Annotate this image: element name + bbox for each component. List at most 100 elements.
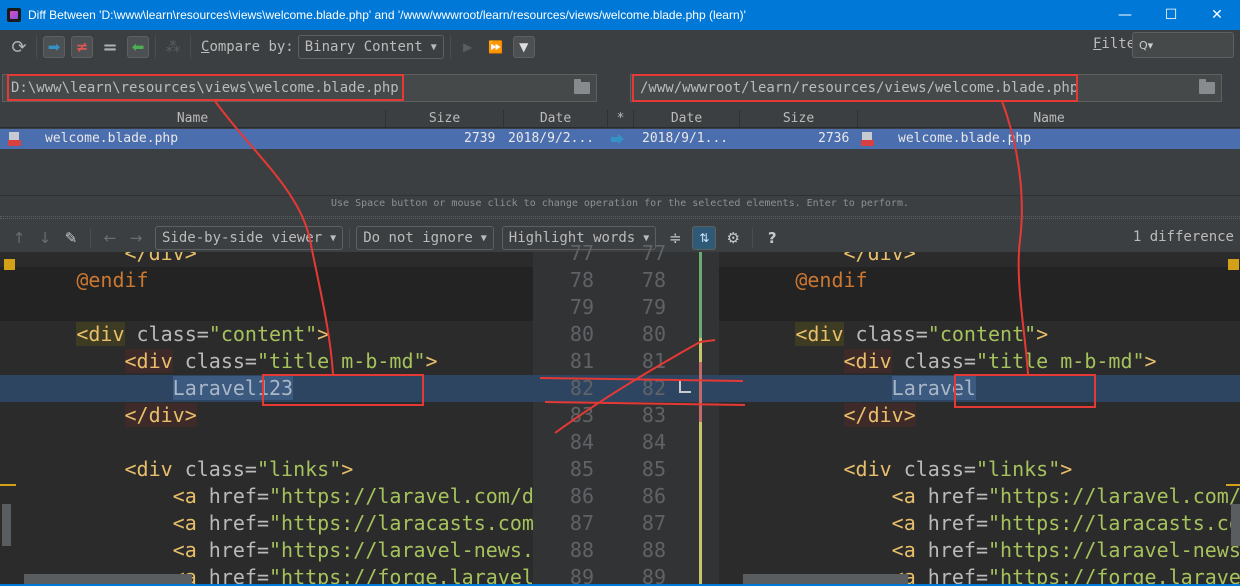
refresh-icon[interactable]: ⟳ [8,36,30,58]
show-copy-left-icon[interactable]: ⬅ [127,36,149,58]
code-line[interactable]: Laravel [719,375,1240,402]
edit-source-icon[interactable]: ✎ [58,229,84,247]
column-header-left-name[interactable]: Name [0,110,386,127]
code-line[interactable]: </div> [0,252,533,267]
code-line[interactable]: <a href="https://laravel.com/docs" [719,483,1240,510]
change-indicator-bar [699,252,702,338]
folder-icon[interactable] [1199,79,1215,94]
ignore-whitespace-dropdown[interactable]: Do not ignore ▼ [356,226,494,250]
column-header-right-size[interactable]: Size [740,110,858,127]
back-icon[interactable]: ← [97,229,123,247]
left-line-number: 83 [569,403,594,427]
code-line[interactable]: <div class="title m-b-md"> [719,348,1240,375]
column-header-right-name[interactable]: Name [858,110,1240,127]
show-copy-right-icon[interactable]: ➡ [43,36,65,58]
left-editor[interactable]: </div> @endif <div class="content"> <div… [0,252,533,586]
folder-icon[interactable] [574,79,590,94]
show-different-icon[interactable]: ≠ [71,36,93,58]
minimize-button[interactable]: — [1102,0,1148,30]
compare-by-dropdown[interactable]: Binary Content ▼ [297,35,444,59]
right-horizontal-scrollbar[interactable] [743,574,908,584]
left-line-number: 79 [569,295,594,319]
right-line-number: 82 [641,376,666,400]
table-row[interactable]: welcome.blade.php 2739 2018/9/2... 2018/… [0,129,1240,149]
viewer-dropdown[interactable]: Side-by-side viewer ▼ [155,226,344,250]
ignore-value: Do not ignore [363,230,473,246]
code-line[interactable]: </div> [0,402,533,429]
code-line[interactable]: <a href="https://laravel.com/docs" [0,483,533,510]
code-token: href= [196,565,269,586]
code-line[interactable] [0,429,533,456]
right-path-value: /www/wwwroot/learn/resources/views/welco… [640,80,1079,96]
filter-input[interactable]: Q▾ [1132,32,1234,58]
column-header-operation[interactable]: * [608,110,634,127]
code-line[interactable]: <div class="content"> [0,321,533,348]
file-table-header: Name Size Date * Date Size Name [0,110,1240,128]
right-vertical-scrollbar[interactable] [1231,504,1240,546]
splitter[interactable] [0,216,1240,219]
filter-icon[interactable]: ▼ [512,36,535,58]
line-number-gutter: 77 77 78 78 79 79 80 80 81 81 82 82 83 83 84 84 85 85 86 86… [533,241,719,586]
code-line[interactable]: <div class="links"> [719,456,1240,483]
code-token: "https://laravel-news.com" [269,538,533,562]
code-line[interactable]: <a href="https://laracasts.com" [0,510,533,537]
collapse-unchanged-icon[interactable]: ≑ [662,229,688,247]
column-header-left-size[interactable]: Size [386,110,504,127]
copy-right-arrow-icon[interactable] [611,134,625,144]
blade-file-icon [861,132,875,146]
code-token: > [425,349,438,373]
code-line[interactable] [0,294,533,321]
code-token: </div> [843,403,916,427]
code-line[interactable]: <div class="content"> [719,321,1240,348]
column-header-right-date[interactable]: Date [634,110,740,127]
code-token: </div> [124,252,197,265]
code-line[interactable]: Laravel123 [0,375,533,402]
synchronize-all-icon[interactable]: ⏩ [485,36,507,58]
right-path-field[interactable]: /www/wwwroot/learn/resources/views/welco… [630,74,1222,102]
code-line[interactable]: <a href="https://laravel-news.com" [719,537,1240,564]
code-line[interactable]: @endif [719,267,1240,294]
right-editor[interactable]: </div> @endif <div class="content"> <div… [719,252,1240,586]
code-line[interactable]: </div> [719,402,1240,429]
code-token: "https://forge.laravel.com" [988,565,1240,586]
change-marker-right [1228,259,1239,270]
left-horizontal-scrollbar[interactable] [24,574,192,584]
code-text: <div class="title m-b-md"> [719,348,1157,375]
column-header-left-date[interactable]: Date [504,110,608,127]
code-token: <div [76,322,125,346]
left-line-number: 88 [569,538,594,562]
code-line[interactable]: </div> [719,252,1240,267]
maximize-button[interactable]: ☐ [1148,0,1194,30]
search-icon[interactable]: Q▾ [1139,39,1153,52]
exclude-icon[interactable]: ⁂ [162,36,184,58]
code-line[interactable] [719,294,1240,321]
left-line-number: 87 [569,511,594,535]
code-line[interactable]: <a href="https://laravel-news.com" [0,537,533,564]
code-token: <a [891,538,916,562]
show-equal-icon[interactable]: = [99,36,121,58]
close-button[interactable]: ✕ [1194,0,1240,30]
code-line[interactable]: <div class="links"> [0,456,533,483]
code-text: <a href="https://laravel.com/docs" [719,483,1240,510]
synchronize-selected-icon[interactable]: ▶ [457,36,479,58]
code-token: "https://laracasts.com" [269,511,533,535]
settings-gear-icon[interactable]: ⚙ [720,229,746,247]
changed-word: Laravel123 [172,376,294,400]
next-difference-icon[interactable]: ↓ [32,229,58,247]
previous-difference-icon[interactable]: ↑ [6,229,32,247]
code-line[interactable] [719,429,1240,456]
code-text: </div> [719,402,916,429]
left-line-number: 80 [569,322,594,346]
code-token: class= [172,457,257,481]
left-vertical-scrollbar[interactable] [2,504,11,546]
revert-change-icon[interactable] [679,381,691,393]
code-line[interactable]: <a href="https://laracasts.com" [719,510,1240,537]
synchronize-scrolling-icon[interactable]: ⇅ [692,226,717,250]
code-line[interactable]: @endif [0,267,533,294]
code-line[interactable]: <div class="title m-b-md"> [0,348,533,375]
left-path-field[interactable]: D:\www\learn\resources\views\welcome.bla… [2,74,597,102]
forward-icon[interactable]: → [123,229,149,247]
help-icon[interactable]: ? [759,229,785,247]
right-line-number: 77 [641,241,666,265]
code-text: <div class="content"> [719,321,1048,348]
